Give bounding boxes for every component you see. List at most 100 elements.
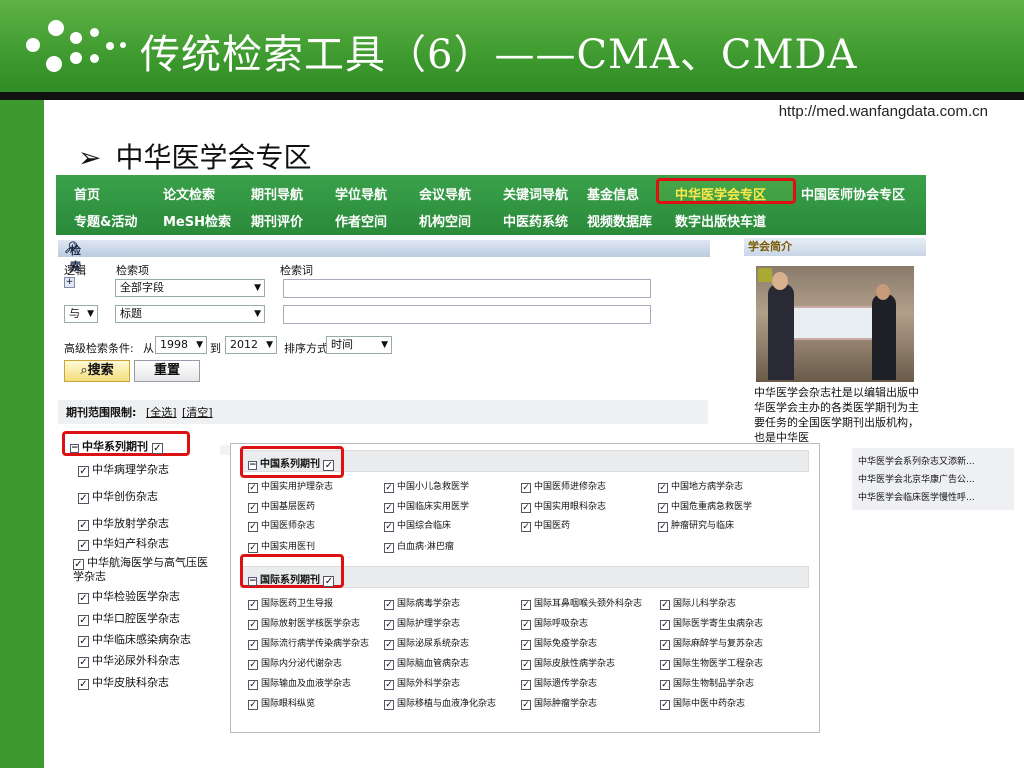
nav-item-digital-publish[interactable]: 数字出版快车道: [675, 211, 766, 230]
search-panel-header: 🔎︎ 检索: [58, 240, 710, 273]
nav-item-degree-nav[interactable]: 学位导航: [335, 184, 387, 203]
title-divider: [0, 92, 1024, 100]
list-item[interactable]: ✓ 中华检验医学杂志: [78, 588, 180, 604]
list-item[interactable]: ✓ 国际生物医学工程杂志: [660, 656, 763, 670]
list-item[interactable]: ✓ 中国医师杂志: [248, 518, 315, 532]
list-item[interactable]: ✓ 中国临床实用医学: [384, 499, 469, 513]
list-item[interactable]: ✓ 中国综合临床: [384, 518, 451, 532]
arrow-bullet-icon: ➢: [78, 141, 102, 174]
list-item[interactable]: ✓ 国际外科学杂志: [384, 676, 460, 690]
list-item[interactable]: ✓ 中华妇产科杂志: [78, 535, 169, 551]
list-item[interactable]: ✓ 国际护理学杂志: [384, 616, 460, 630]
list-item[interactable]: ✓ 国际输血及血液学杂志: [248, 676, 351, 690]
list-item[interactable]: ✓ 国际医学寄生虫病杂志: [660, 616, 763, 630]
nav-item-paper-search[interactable]: 论文检索: [163, 184, 215, 203]
nav-item-journal-nav[interactable]: 期刊导航: [251, 184, 303, 203]
list-item[interactable]: ✓ 中华口腔医学杂志: [78, 610, 180, 626]
add-row-icon[interactable]: +: [64, 277, 75, 288]
list-item[interactable]: ✓ 国际流行病学传染病学杂志: [248, 636, 369, 650]
list-item[interactable]: ✓ 中华创伤杂志: [78, 488, 158, 504]
list-item[interactable]: ✓ 国际中医中药杂志: [660, 696, 745, 710]
list-item[interactable]: ✓ 中国地方病学杂志: [658, 479, 743, 493]
list-item[interactable]: ✓ 国际遗传学杂志: [521, 676, 597, 690]
list-item[interactable]: ✓ 中国医师进修杂志: [521, 479, 606, 493]
list-item[interactable]: ✓ 国际脑血管病杂志: [384, 656, 469, 670]
from-year-select[interactable]: 1998 ▼: [155, 336, 207, 354]
list-item[interactable]: ✓ 国际移植与血液净化杂志: [384, 696, 496, 710]
search-button[interactable]: ⌕搜索: [64, 360, 130, 382]
list-item[interactable]: ✓ 国际麻醉学与复苏杂志: [660, 636, 763, 650]
list-item[interactable]: ✓ 中国基层医药: [248, 499, 315, 513]
list-item[interactable]: ✓ 中国医药: [521, 518, 570, 532]
range-label: 期刊范围限制:: [66, 406, 137, 419]
advanced-label: 高级检索条件:: [64, 342, 134, 355]
list-item[interactable]: ✓ 中国危重病急救医学: [658, 499, 752, 513]
list-item[interactable]: ✓ 肿瘤研究与临床: [658, 518, 734, 532]
term-input-row1[interactable]: [283, 279, 651, 298]
sidebar-intro: 中华医学会杂志社是以编辑出版中华医学会主办的各类医学期刊为主要任务的全国医学期刊…: [754, 386, 919, 444]
nav-item-author-space[interactable]: 作者空间: [335, 211, 387, 230]
nav-item-conference-nav[interactable]: 会议导航: [419, 184, 471, 203]
dots-logo-icon: [20, 12, 130, 82]
list-item[interactable]: ✓ 中华放射学杂志: [78, 515, 169, 531]
list-item[interactable]: ✓ 中国小儿急救医学: [384, 479, 469, 493]
category-china-series[interactable]: − 中国系列期刊 ✓: [248, 455, 337, 471]
list-item[interactable]: ✓ 中国实用护理杂志: [248, 479, 333, 493]
clear-link[interactable]: [清空]: [182, 404, 213, 420]
list-item[interactable]: ✓ 国际免疫学杂志: [521, 636, 597, 650]
list-item[interactable]: ✓ 国际病毒学杂志: [384, 596, 460, 610]
slide-heading: ➢ 中华医学会专区: [78, 136, 311, 176]
list-item[interactable]: ✓ 中华皮肤科杂志: [78, 674, 169, 690]
list-item[interactable]: ✓ 国际生物制品学杂志: [660, 676, 754, 690]
nav-item-org-space[interactable]: 机构空间: [419, 211, 471, 230]
list-item[interactable]: ✓ 白血病·淋巴瘤: [384, 539, 454, 553]
reset-button[interactable]: 重置: [134, 360, 200, 382]
slide-title: 传统检索工具（6）——CMA、CMDA: [140, 32, 858, 78]
sidebar-header: 学会简介: [744, 238, 926, 256]
field-select-row1[interactable]: 全部字段 ▼: [115, 279, 265, 297]
list-item[interactable]: ✓ 国际放射医学核医学杂志: [248, 616, 360, 630]
list-item[interactable]: ✓ 国际内分泌代谢杂志: [248, 656, 342, 670]
list-item[interactable]: ✓ 国际呼吸杂志: [521, 616, 588, 630]
slide-heading-text: 中华医学会专区: [115, 141, 312, 174]
list-item[interactable]: ✓ 国际儿科学杂志: [660, 596, 736, 610]
nav-item-keyword-nav[interactable]: 关键词导航: [503, 184, 568, 203]
news-item[interactable]: 中华医学会临床医学慢性呼...: [858, 490, 975, 503]
list-item[interactable]: ✓ 国际耳鼻咽喉头颈外科杂志: [521, 596, 642, 610]
nav-item-cmda-zone[interactable]: 中国医师协会专区: [801, 184, 905, 203]
list-item[interactable]: ✓ 中国实用眼科杂志: [521, 499, 606, 513]
list-item[interactable]: ✓ 中华航海医学与高气压医学杂志: [73, 556, 213, 583]
term-input-row2[interactable]: [283, 305, 651, 324]
nav-item-home[interactable]: 首页: [74, 184, 100, 203]
nav-item-fund-info[interactable]: 基金信息: [587, 184, 639, 203]
to-label: 到: [210, 342, 221, 355]
list-item[interactable]: ✓ 国际皮肤性病学杂志: [521, 656, 615, 670]
field-select-row2[interactable]: 标题 ▼: [115, 305, 265, 323]
list-item[interactable]: ✓ 国际泌尿系统杂志: [384, 636, 469, 650]
list-item[interactable]: ✓ 中华泌尿外科杂志: [78, 652, 180, 668]
select-all-link[interactable]: [全选]: [146, 404, 177, 420]
news-item[interactable]: 中华医学会北京华康广告公...: [858, 472, 975, 485]
list-item[interactable]: ✓ 国际肿瘤学杂志: [521, 696, 597, 710]
list-item[interactable]: ✓ 中华临床感染病杂志: [78, 631, 191, 647]
nav-item-mesh[interactable]: MeSH检索: [163, 211, 231, 230]
list-item[interactable]: ✓ 中国实用医刊: [248, 539, 315, 553]
nav-item-tcm-system[interactable]: 中医药系统: [503, 211, 568, 230]
list-item[interactable]: ✓ 中华病理学杂志: [78, 461, 169, 477]
sort-select[interactable]: 时间 ▼: [326, 336, 392, 354]
to-year-select[interactable]: 2012 ▼: [225, 336, 277, 354]
nav-item-topics[interactable]: 专题&活动: [74, 211, 137, 230]
society-photo: [756, 266, 914, 382]
nav-item-journal-eval[interactable]: 期刊评价: [251, 211, 303, 230]
category-china-medical[interactable]: − 中华系列期刊 ✓: [70, 438, 166, 454]
nav-item-cma-zone[interactable]: 中华医学会专区: [675, 184, 766, 203]
field-col-label: 检索项: [116, 264, 149, 277]
nav-item-video-db[interactable]: 视频数据库: [587, 211, 652, 230]
slide-title-bar: 传统检索工具（6）——CMA、CMDA: [0, 0, 1024, 95]
list-item[interactable]: ✓ 国际医药卫生导报: [248, 596, 333, 610]
news-item[interactable]: 中华医学会系列杂志又添新...: [858, 454, 975, 467]
logic-select-row2[interactable]: 与 ▼: [64, 305, 98, 323]
checkbox-icon: ✓: [323, 460, 335, 471]
category-intl-series[interactable]: − 国际系列期刊 ✓: [248, 571, 337, 587]
list-item[interactable]: ✓ 国际眼科纵览: [248, 696, 315, 710]
